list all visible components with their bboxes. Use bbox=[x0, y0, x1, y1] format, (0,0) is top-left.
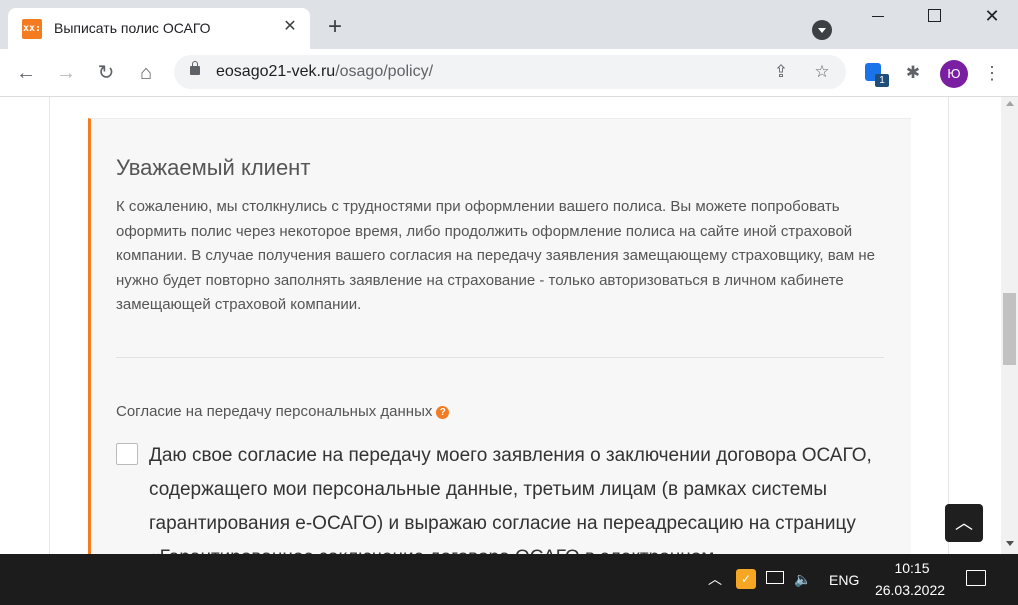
taskbar: ︿ ✓ 🔈 ENG 10:15 26.03.2022 bbox=[0, 554, 1018, 605]
volume-icon[interactable]: 🔈 bbox=[794, 569, 816, 589]
puzzle-icon[interactable]: ✱ bbox=[900, 60, 926, 86]
site-favicon-icon: xx: bbox=[22, 19, 42, 39]
scroll-up-arrow-icon[interactable] bbox=[1006, 101, 1014, 106]
tab-close-icon[interactable]: ✕ bbox=[280, 17, 300, 37]
scroll-down-arrow-icon[interactable] bbox=[1006, 541, 1014, 546]
extension-badge: 1 bbox=[875, 74, 889, 87]
scroll-thumb[interactable] bbox=[1003, 293, 1016, 365]
reload-icon[interactable]: ↻ bbox=[92, 59, 120, 87]
tray-chevron-icon[interactable]: ︿ bbox=[706, 570, 724, 588]
browser-toolbar: ← → ↻ ⌂ eosago21-vek.ru/osago/policy/ ⇪ … bbox=[0, 49, 1018, 97]
window-maximize-button[interactable] bbox=[914, 4, 954, 28]
url-path: /osago/policy/ bbox=[335, 63, 434, 80]
consent-label-text: Согласие на передачу персональных данных bbox=[116, 403, 433, 420]
clock-date[interactable]: 26.03.2022 bbox=[872, 582, 948, 598]
consent-checkbox[interactable] bbox=[116, 443, 138, 465]
chevron-up-icon: ︿ bbox=[955, 513, 973, 533]
url-text[interactable]: eosago21-vek.ru/osago/policy/ bbox=[216, 63, 433, 81]
tab-strip: xx: Выписать полис ОСАГО ✕ + ✕ bbox=[0, 0, 1018, 49]
help-icon[interactable]: ? bbox=[436, 406, 450, 419]
consent-label: Согласие на передачу персональных данных… bbox=[116, 403, 450, 420]
scroll-to-top-button[interactable]: ︿ bbox=[945, 504, 983, 542]
kebab-menu-icon[interactable]: ⋮ bbox=[982, 60, 1002, 86]
notice-panel: Уважаемый клиент К сожалению, мы столкну… bbox=[88, 118, 911, 554]
back-icon[interactable]: ← bbox=[12, 59, 40, 87]
window-close-button[interactable]: ✕ bbox=[972, 4, 1012, 28]
consent-text[interactable]: Даю свое согласие на передачу моего заяв… bbox=[149, 439, 879, 554]
extension-icon[interactable]: 1 bbox=[862, 60, 889, 87]
browser-tab[interactable]: xx: Выписать полис ОСАГО ✕ bbox=[8, 8, 310, 49]
tab-title: Выписать полис ОСАГО bbox=[54, 20, 211, 36]
network-icon[interactable] bbox=[766, 571, 784, 584]
lock-icon[interactable] bbox=[190, 61, 200, 75]
forward-icon[interactable]: → bbox=[52, 59, 80, 87]
clock-time[interactable]: 10:15 bbox=[892, 560, 932, 576]
profile-avatar[interactable]: Ю bbox=[940, 60, 968, 88]
window-minimize-button[interactable] bbox=[858, 4, 898, 28]
notice-text: К сожалению, мы столкнулись с трудностям… bbox=[116, 198, 875, 313]
new-tab-button[interactable]: + bbox=[322, 14, 348, 40]
tab-search-icon[interactable] bbox=[812, 20, 832, 40]
page-scrollbar[interactable] bbox=[1001, 97, 1018, 554]
url-host: eosago21-vek.ru bbox=[216, 63, 336, 80]
tray-app-icon[interactable]: ✓ bbox=[736, 569, 756, 589]
home-icon[interactable]: ⌂ bbox=[132, 59, 160, 87]
star-icon[interactable]: ☆ bbox=[811, 61, 833, 83]
notice-title: Уважаемый клиент bbox=[116, 155, 311, 180]
notification-icon[interactable] bbox=[966, 570, 986, 586]
divider bbox=[116, 357, 884, 358]
language-indicator[interactable]: ENG bbox=[829, 572, 859, 588]
page-viewport: Уважаемый клиент К сожалению, мы столкну… bbox=[0, 97, 1001, 554]
address-bar[interactable]: eosago21-vek.ru/osago/policy/ ⇪ ☆ bbox=[174, 55, 846, 89]
share-icon[interactable]: ⇪ bbox=[770, 61, 792, 83]
